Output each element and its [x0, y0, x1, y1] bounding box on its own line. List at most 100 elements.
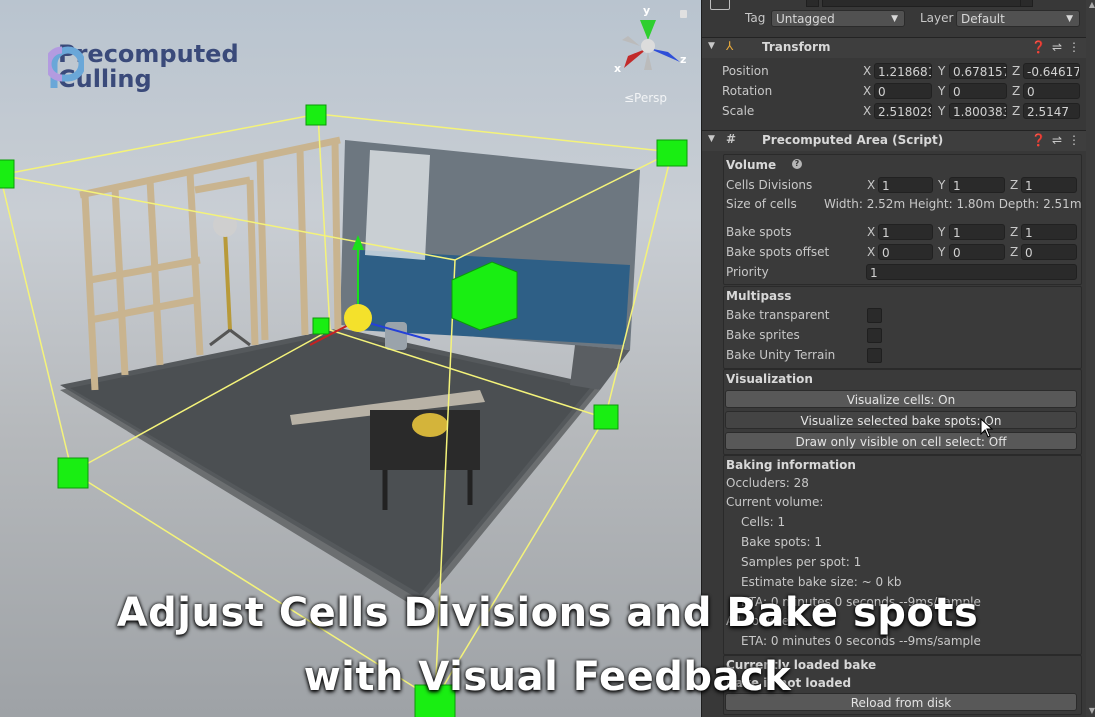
cells-divisions-x-field[interactable]: 1: [878, 177, 933, 193]
tag-label: Tag: [745, 11, 766, 25]
scroll-down-icon[interactable]: ▼: [1089, 706, 1095, 715]
tag-value: Untagged: [776, 12, 835, 26]
cells-divisions-label: Cells Divisions: [726, 178, 813, 192]
script-title: Precomputed Area (Script): [762, 133, 944, 147]
active-checkbox[interactable]: [806, 0, 819, 7]
bake-spots-offset-y-field[interactable]: 0: [949, 244, 1005, 260]
rotation-label: Rotation: [722, 84, 773, 98]
perspective-toggle[interactable]: ≤Persp: [624, 91, 667, 105]
volume-title: Volume: [726, 158, 777, 172]
priority-label: Priority: [726, 265, 769, 279]
lock-icon[interactable]: [680, 10, 687, 18]
visualize-bake-spots-button[interactable]: Visualize selected bake spots: On: [725, 411, 1077, 429]
axis-x-label: X: [863, 64, 872, 78]
axis-y-label: Y: [938, 245, 946, 259]
gizmo-y-label: y: [643, 4, 651, 17]
bake-spots-z-field[interactable]: 1: [1021, 224, 1077, 240]
axis-y-label: Y: [938, 104, 946, 118]
visualize-cells-button[interactable]: Visualize cells: On: [725, 390, 1077, 408]
scale-z-field[interactable]: 2.5147: [1023, 103, 1080, 119]
scale-label: Scale: [722, 104, 755, 118]
chevron-down-icon: ▼: [1066, 14, 1073, 24]
transform-header[interactable]: ▼ ⅄ Transform ❓⇌⋮: [702, 37, 1095, 58]
header-icons[interactable]: ❓⇌⋮: [1031, 40, 1086, 54]
bake-spots-offset-x-field[interactable]: 0: [878, 244, 933, 260]
axis-z-label: Z: [1010, 225, 1019, 239]
priority-field[interactable]: 1: [866, 264, 1077, 280]
bake-spots-label: Bake spots: [726, 225, 792, 239]
foldout-arrow-icon[interactable]: ▼: [708, 134, 715, 144]
bake-unity-terrain-checkbox[interactable]: [867, 348, 882, 363]
axis-x-label: X: [867, 178, 876, 192]
object-name-field[interactable]: [822, 0, 1024, 7]
rotation-y-field[interactable]: 0: [949, 83, 1007, 99]
position-label: Position: [722, 64, 769, 78]
axis-x-label: X: [863, 84, 872, 98]
bake-sprites-label: Bake sprites: [726, 328, 800, 342]
axis-z-label: Z: [1012, 64, 1021, 78]
position-z-field[interactable]: -0.64617: [1023, 63, 1080, 79]
bake-transparent-checkbox[interactable]: [867, 308, 882, 323]
position-x-field[interactable]: 1.218681: [874, 63, 932, 79]
layer-dropdown[interactable]: Default ▼: [956, 10, 1080, 27]
menu-icon: ⋮: [1068, 133, 1086, 147]
preset-icon: ⇌: [1051, 40, 1068, 54]
bake-unity-terrain-label: Bake Unity Terrain: [726, 348, 836, 362]
bake-transparent-label: Bake transparent: [726, 308, 830, 322]
bake-spots-count-text: Bake spots: 1: [741, 535, 822, 549]
axis-x-label: X: [867, 245, 876, 259]
tag-dropdown[interactable]: Untagged ▼: [771, 10, 905, 27]
bake-sprites-checkbox[interactable]: [867, 328, 882, 343]
cells-divisions-z-field[interactable]: 1: [1021, 177, 1077, 193]
bake-spots-offset-label: Bake spots offset: [726, 245, 830, 259]
cells-divisions-y-field[interactable]: 1: [949, 177, 1005, 193]
static-checkbox[interactable]: [1020, 0, 1033, 7]
rotation-z-field[interactable]: 0: [1023, 83, 1080, 99]
axis-z-label: Z: [1010, 245, 1019, 259]
scroll-up-icon[interactable]: ▲: [1089, 0, 1095, 9]
logo-line2: Culling: [58, 65, 152, 93]
help-icon[interactable]: ?: [792, 159, 802, 169]
cube-icon: [710, 0, 730, 10]
bake-spots-x-field[interactable]: 1: [878, 224, 933, 240]
orientation-gizmo: [622, 20, 680, 70]
bake-spots-y-field[interactable]: 1: [949, 224, 1005, 240]
scale-y-field[interactable]: 1.800383: [949, 103, 1007, 119]
light-glow: [365, 150, 430, 260]
visualization-title: Visualization: [726, 372, 813, 386]
size-of-cells-value: Width: 2.52m Height: 1.80m Depth: 2.51m: [824, 197, 1082, 211]
paint-can: [385, 322, 407, 350]
draw-only-visible-button[interactable]: Draw only visible on cell select: Off: [725, 432, 1077, 450]
axis-y-label: Y: [938, 84, 946, 98]
caption-line2: with Visual Feedback: [303, 654, 792, 700]
bake-spots-offset-z-field[interactable]: 0: [1021, 244, 1077, 260]
caption-line1: Adjust Cells Divisions and Bake spots: [116, 590, 979, 636]
work-lamp: [209, 213, 251, 347]
logo-line1: Precomputed: [58, 40, 239, 68]
samples-per-spot-text: Samples per spot: 1: [741, 555, 862, 569]
script-icon: #: [726, 132, 737, 146]
axis-z-label: Z: [1012, 104, 1021, 118]
estimate-size-text: Estimate bake size: ~ 0 kb: [741, 575, 902, 589]
position-y-field[interactable]: 0.678157: [949, 63, 1007, 79]
logo-mark-icon: [48, 46, 84, 88]
axis-x-label: X: [863, 104, 872, 118]
layer-label: Layer: [920, 11, 954, 25]
header-icons[interactable]: ❓⇌⋮: [1031, 133, 1086, 147]
transform-icon: ⅄: [726, 39, 734, 53]
axis-y-label: Y: [938, 178, 946, 192]
layer-value: Default: [961, 12, 1005, 26]
current-volume-text: Current volume:: [726, 495, 824, 509]
foldout-arrow-icon[interactable]: ▼: [708, 41, 715, 51]
rotation-x-field[interactable]: 0: [874, 83, 932, 99]
size-of-cells-label: Size of cells: [726, 197, 797, 211]
baking-info-title: Baking information: [726, 458, 856, 472]
script-header[interactable]: ▼ # Precomputed Area (Script) ❓⇌⋮: [702, 130, 1095, 151]
cells-count-text: Cells: 1: [741, 515, 786, 529]
product-logo: Precomputed Culling: [48, 42, 239, 92]
scale-x-field[interactable]: 2.518029: [874, 103, 932, 119]
axis-x-label: X: [867, 225, 876, 239]
occluders-text: Occluders: 28: [726, 476, 809, 490]
axis-z-label: Z: [1012, 84, 1021, 98]
axis-y-label: Y: [938, 64, 946, 78]
